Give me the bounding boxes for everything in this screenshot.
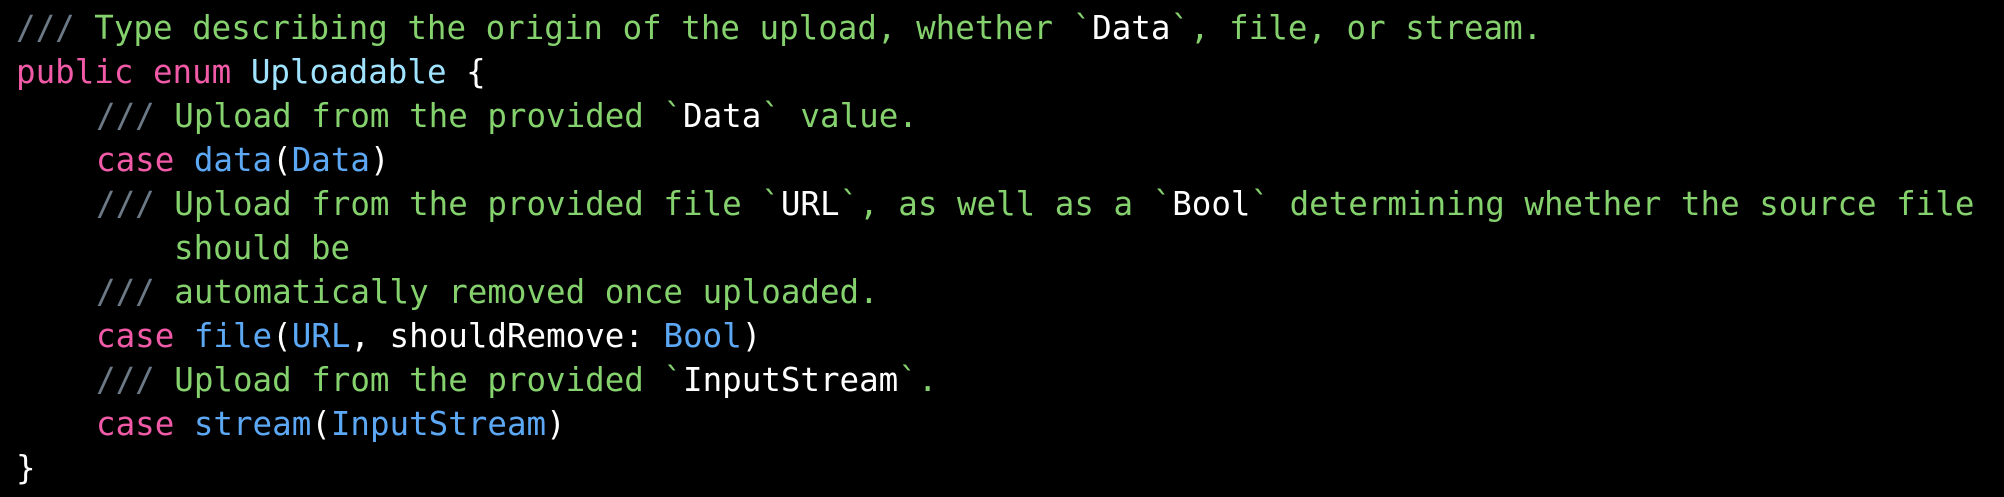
keyword-enum: enum xyxy=(152,53,232,91)
enum-name: Uploadable xyxy=(250,53,447,91)
code-line-6-wrapped: should be xyxy=(174,226,350,270)
parameter-label: , shouldRemove: xyxy=(350,317,664,355)
close-paren: ) xyxy=(370,141,390,179)
code-line-9: /// Upload from the provided `InputStrea… xyxy=(96,358,937,402)
open-paren: ( xyxy=(272,141,292,179)
keyword-case: case xyxy=(96,405,175,443)
keyword-public: public xyxy=(16,53,134,91)
doc-comment-text: `, as well as a ` xyxy=(839,185,1173,223)
doc-comment-continuation: should be xyxy=(174,229,351,267)
case-name-data: data xyxy=(193,141,273,179)
doc-comment-text: Upload from the provided ` xyxy=(154,361,684,399)
close-paren: ) xyxy=(741,317,762,355)
doc-comment-text: `. xyxy=(898,361,938,399)
type-reference: URL xyxy=(291,317,351,355)
doc-comment-text: Upload from the provided file ` xyxy=(154,185,781,223)
close-brace: } xyxy=(16,449,36,487)
code-line-1: /// Type describing the origin of the up… xyxy=(16,6,1542,50)
type-reference: Data xyxy=(291,141,370,179)
doc-code-literal: InputStream xyxy=(683,361,899,399)
doc-comment-text: Type describing the origin of the upload… xyxy=(74,9,1093,47)
doc-comment-marker: /// xyxy=(16,9,75,47)
code-editor[interactable]: /// Type describing the origin of the up… xyxy=(0,0,2004,497)
doc-comment-text: ` value. xyxy=(761,97,918,135)
code-line-7: /// automatically removed once uploaded. xyxy=(96,270,879,314)
code-line-10: case stream(InputStream) xyxy=(96,402,566,446)
doc-comment-text: Upload from the provided ` xyxy=(154,97,684,135)
doc-code-literal: Data xyxy=(683,97,762,135)
case-name-stream: stream xyxy=(193,405,312,443)
doc-comment-marker: /// xyxy=(96,185,155,223)
open-paren: ( xyxy=(272,317,292,355)
code-line-3: /// Upload from the provided `Data` valu… xyxy=(96,94,918,138)
type-reference: Bool xyxy=(663,317,742,355)
doc-code-literal: Bool xyxy=(1172,185,1251,223)
case-name-file: file xyxy=(193,317,273,355)
close-paren: ) xyxy=(546,405,566,443)
doc-comment-text: ` determining whether the source file xyxy=(1250,185,1975,223)
doc-comment-text: automatically removed once uploaded. xyxy=(154,273,879,311)
type-reference: InputStream xyxy=(330,405,547,443)
keyword-case: case xyxy=(96,141,175,179)
code-line-11: } xyxy=(16,446,36,490)
keyword-case: case xyxy=(96,317,175,355)
doc-code-literal: URL xyxy=(780,185,840,223)
doc-code-literal: Data xyxy=(1092,9,1171,47)
code-line-2: public enum Uploadable { xyxy=(16,50,486,94)
doc-comment-marker: /// xyxy=(96,361,155,399)
code-line-5: /// Upload from the provided file `URL`,… xyxy=(96,182,1974,226)
doc-comment-marker: /// xyxy=(96,97,155,135)
code-line-4: case data(Data) xyxy=(96,138,390,182)
doc-comment-marker: /// xyxy=(96,273,155,311)
open-brace: { xyxy=(466,53,486,91)
open-paren: ( xyxy=(311,405,331,443)
doc-comment-text: `, file, or stream. xyxy=(1170,9,1543,47)
code-line-8: case file(URL, shouldRemove: Bool) xyxy=(96,314,761,358)
